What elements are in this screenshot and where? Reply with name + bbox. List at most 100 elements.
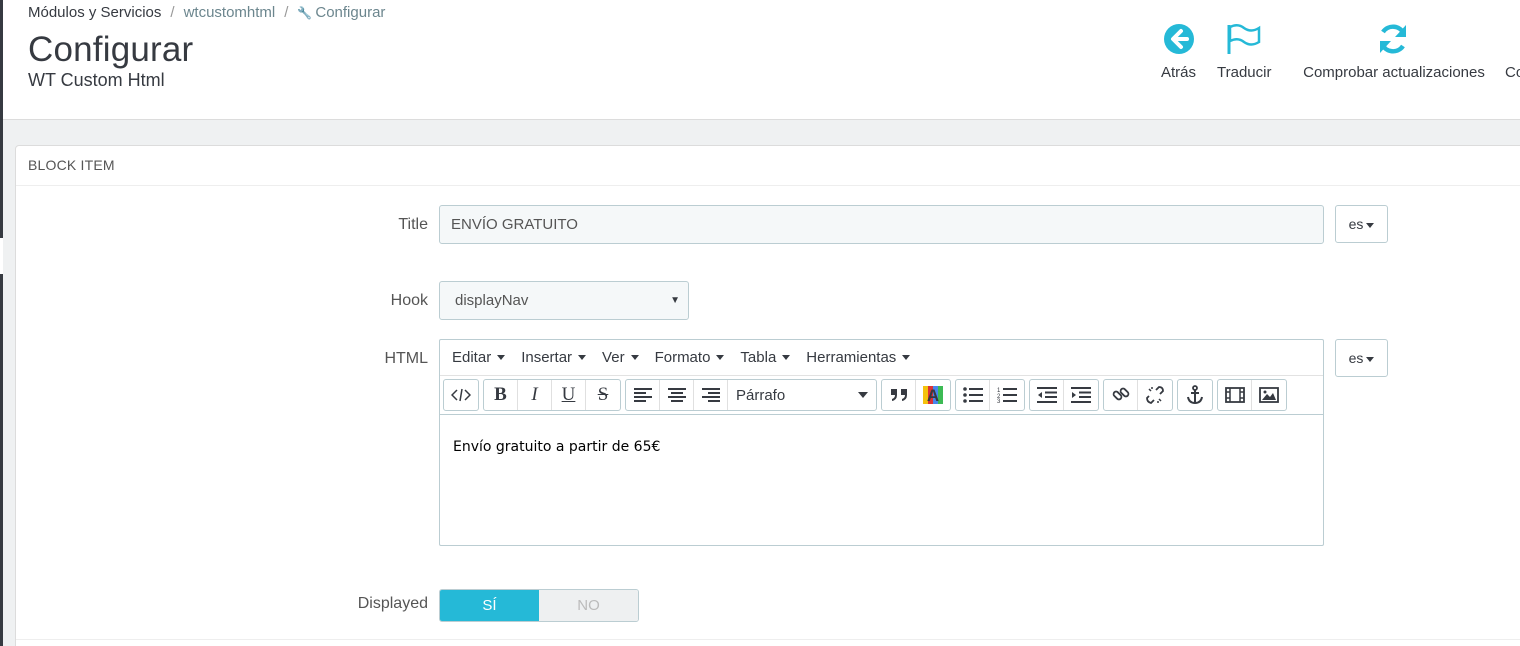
select-arrow-icon: ▼	[670, 295, 680, 306]
code-icon	[451, 388, 471, 402]
breadcrumb-modules-link[interactable]: Módulos y Servicios	[28, 4, 161, 21]
breadcrumb-separator: /	[284, 4, 289, 21]
italic-icon: I	[531, 384, 538, 405]
caret-down-icon	[630, 355, 639, 360]
truncated-icon	[1508, 22, 1520, 56]
menu-edit-label: Editar	[452, 349, 492, 366]
outdent-button[interactable]	[1030, 380, 1064, 410]
anchor-icon	[1187, 385, 1203, 405]
language-code: es	[1348, 350, 1364, 366]
breadcrumb-module-link[interactable]: wtcustomhtml	[184, 4, 276, 21]
menu-view-label: Ver	[602, 349, 625, 366]
breadcrumb-separator: /	[170, 4, 175, 21]
check-updates-button[interactable]: Comprobar actualizaciones	[1296, 22, 1492, 81]
indent-icon	[1071, 387, 1091, 403]
insert-media-button[interactable]	[1218, 380, 1252, 410]
menu-table[interactable]: Tabla	[732, 349, 798, 366]
translate-label: Traducir	[1217, 64, 1272, 81]
svg-text:A: A	[927, 386, 939, 405]
displayed-label: Displayed	[357, 595, 428, 612]
blockquote-button[interactable]	[882, 380, 916, 410]
block-item-panel: BLOCK ITEM Title ENVÍO GRATUITO es Hook …	[15, 145, 1520, 646]
bullet-list-icon	[962, 387, 983, 403]
unlink-icon	[1146, 386, 1164, 404]
menu-insert-label: Insertar	[521, 349, 573, 366]
menu-insert[interactable]: Insertar	[513, 349, 594, 366]
bold-button[interactable]: B	[484, 380, 518, 410]
back-button[interactable]: Atrás	[1161, 22, 1196, 81]
block-format-value: Párrafo	[736, 386, 786, 404]
menu-format[interactable]: Formato	[647, 349, 733, 366]
numbered-list-button[interactable]: 123	[990, 380, 1024, 410]
underline-button[interactable]: U	[552, 380, 586, 410]
align-left-button[interactable]	[626, 380, 660, 410]
quote-icon	[890, 389, 907, 401]
html-label: HTML	[384, 350, 428, 367]
divider	[16, 639, 1520, 640]
indent-button[interactable]	[1064, 380, 1098, 410]
text-color-button[interactable]: A	[916, 380, 950, 410]
page-subtitle: WT Custom Html	[28, 70, 165, 90]
align-left-icon	[633, 388, 652, 402]
displayed-switch: SÍ NO	[439, 589, 639, 622]
outdent-icon	[1036, 387, 1057, 403]
numbered-list-icon: 123	[997, 388, 1017, 403]
caret-down-icon	[497, 355, 506, 360]
remove-link-button[interactable]	[1138, 380, 1172, 410]
film-icon	[1224, 387, 1245, 403]
bullet-list-button[interactable]	[956, 380, 990, 410]
menu-table-label: Tabla	[740, 349, 777, 366]
breadcrumb-current: Configurar	[315, 4, 386, 21]
link-icon	[1112, 387, 1129, 401]
source-code-button[interactable]	[444, 380, 478, 410]
anchor-button[interactable]	[1178, 380, 1212, 410]
title-input[interactable]: ENVÍO GRATUITO	[439, 205, 1324, 244]
caret-down-icon	[1366, 356, 1375, 362]
editor-menubar: Editar Insertar Ver Formato Tabla Herram…	[440, 340, 1323, 376]
strikethrough-button[interactable]: S	[586, 380, 620, 410]
back-label: Atrás	[1161, 64, 1197, 81]
page-header: Módulos y Servicios / wtcustomhtml / 🔧 Config…	[3, 0, 1520, 120]
align-center-button[interactable]	[660, 380, 694, 410]
menu-view[interactable]: Ver	[594, 349, 647, 366]
translate-button[interactable]: Traducir	[1217, 22, 1271, 81]
insert-link-button[interactable]	[1104, 380, 1138, 410]
menu-tools[interactable]: Herramientas	[798, 349, 918, 366]
caret-down-icon	[1366, 222, 1375, 228]
page-title: Configurar	[28, 30, 194, 69]
check-updates-label: Comprobar actualizaciones	[1303, 64, 1485, 81]
caret-down-icon	[578, 355, 587, 360]
html-language-dropdown[interactable]: es	[1335, 339, 1388, 377]
title-label: Title	[398, 216, 428, 233]
svg-text:3: 3	[997, 399, 1001, 403]
title-language-dropdown[interactable]: es	[1335, 205, 1388, 243]
panel-heading: BLOCK ITEM	[16, 146, 1520, 186]
flag-icon	[1227, 24, 1261, 54]
text-color-icon: A	[923, 386, 943, 405]
insert-image-button[interactable]	[1252, 380, 1286, 410]
align-center-icon	[667, 388, 686, 402]
hook-value: displayNav	[455, 292, 529, 309]
language-code: es	[1348, 216, 1364, 232]
editor-content[interactable]: Envío gratuito a partir de 65€	[440, 415, 1323, 479]
align-right-icon	[701, 388, 720, 402]
block-format-select[interactable]: Párrafo	[728, 380, 876, 410]
caret-down-icon	[902, 355, 911, 360]
html-editor: Editar Insertar Ver Formato Tabla Herram…	[439, 339, 1324, 546]
italic-button[interactable]: I	[518, 380, 552, 410]
menu-edit[interactable]: Editar	[444, 349, 513, 366]
bold-icon: B	[494, 384, 507, 405]
align-right-button[interactable]	[694, 380, 728, 410]
hook-label: Hook	[390, 292, 428, 309]
image-icon	[1259, 387, 1279, 403]
strikethrough-icon: S	[597, 384, 609, 405]
editor-toolbar: B I U S Párrafo A 1 2 3	[440, 376, 1323, 415]
breadcrumb: Módulos y Servicios / wtcustomhtml / 🔧 Config…	[28, 4, 385, 21]
displayed-no-option[interactable]: NO	[539, 590, 638, 621]
hook-select[interactable]: displayNav ▼	[439, 281, 689, 320]
displayed-yes-option[interactable]: SÍ	[440, 590, 539, 621]
menu-format-label: Formato	[654, 349, 711, 366]
configure-button[interactable]: Co	[1505, 22, 1520, 81]
refresh-icon	[1379, 24, 1407, 54]
configure-label: Co	[1505, 64, 1520, 81]
